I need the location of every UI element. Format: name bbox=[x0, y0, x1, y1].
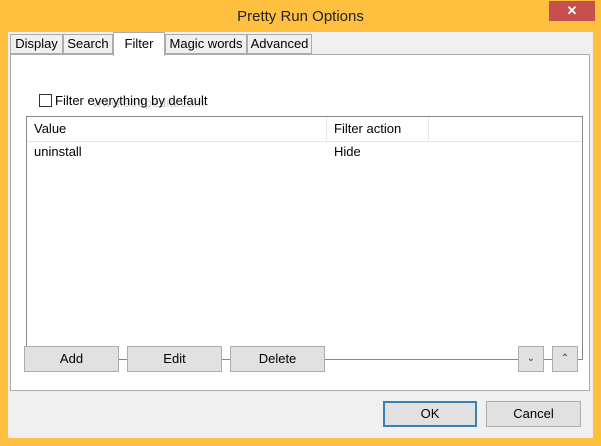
tab-advanced[interactable]: Advanced bbox=[247, 34, 312, 54]
chevron-up-icon: ⌃ bbox=[560, 353, 570, 364]
tab-magic-words[interactable]: Magic words bbox=[165, 34, 247, 54]
filter-tab-panel: www.softpedia.com Filter everything by d… bbox=[10, 54, 590, 391]
list-header: Value Filter action bbox=[27, 117, 582, 142]
filter-list[interactable]: Value Filter action uninstall Hide bbox=[26, 116, 583, 360]
move-down-button[interactable]: ⌄ bbox=[518, 346, 544, 372]
move-up-button[interactable]: ⌃ bbox=[552, 346, 578, 372]
filter-everything-label: Filter everything by default bbox=[55, 93, 208, 108]
column-header-value[interactable]: Value bbox=[27, 117, 327, 140]
table-row[interactable]: uninstall Hide bbox=[27, 142, 582, 164]
window-title: Pretty Run Options bbox=[237, 8, 364, 25]
tab-display[interactable]: Display bbox=[10, 34, 63, 54]
row-value: uninstall bbox=[34, 144, 82, 159]
tab-search[interactable]: Search bbox=[63, 34, 113, 54]
ok-button[interactable]: OK bbox=[383, 401, 477, 427]
row-action: Hide bbox=[334, 144, 361, 159]
delete-button[interactable]: Delete bbox=[230, 346, 325, 372]
tab-filter[interactable]: Filter bbox=[113, 32, 165, 56]
title-bar[interactable]: Pretty Run Options ✕ bbox=[1, 1, 600, 32]
close-button[interactable]: ✕ bbox=[549, 1, 595, 21]
dialog-window: Pretty Run Options ✕ Display Search Filt… bbox=[0, 0, 601, 446]
add-button[interactable]: Add bbox=[24, 346, 119, 372]
dialog-body: Display Search Filter Magic words Advanc… bbox=[8, 32, 593, 438]
cancel-button[interactable]: Cancel bbox=[486, 401, 581, 427]
filter-everything-checkbox[interactable] bbox=[39, 94, 52, 107]
edit-button[interactable]: Edit bbox=[127, 346, 222, 372]
chevron-down-icon: ⌄ bbox=[526, 353, 536, 364]
column-header-filter-action[interactable]: Filter action bbox=[327, 117, 429, 140]
